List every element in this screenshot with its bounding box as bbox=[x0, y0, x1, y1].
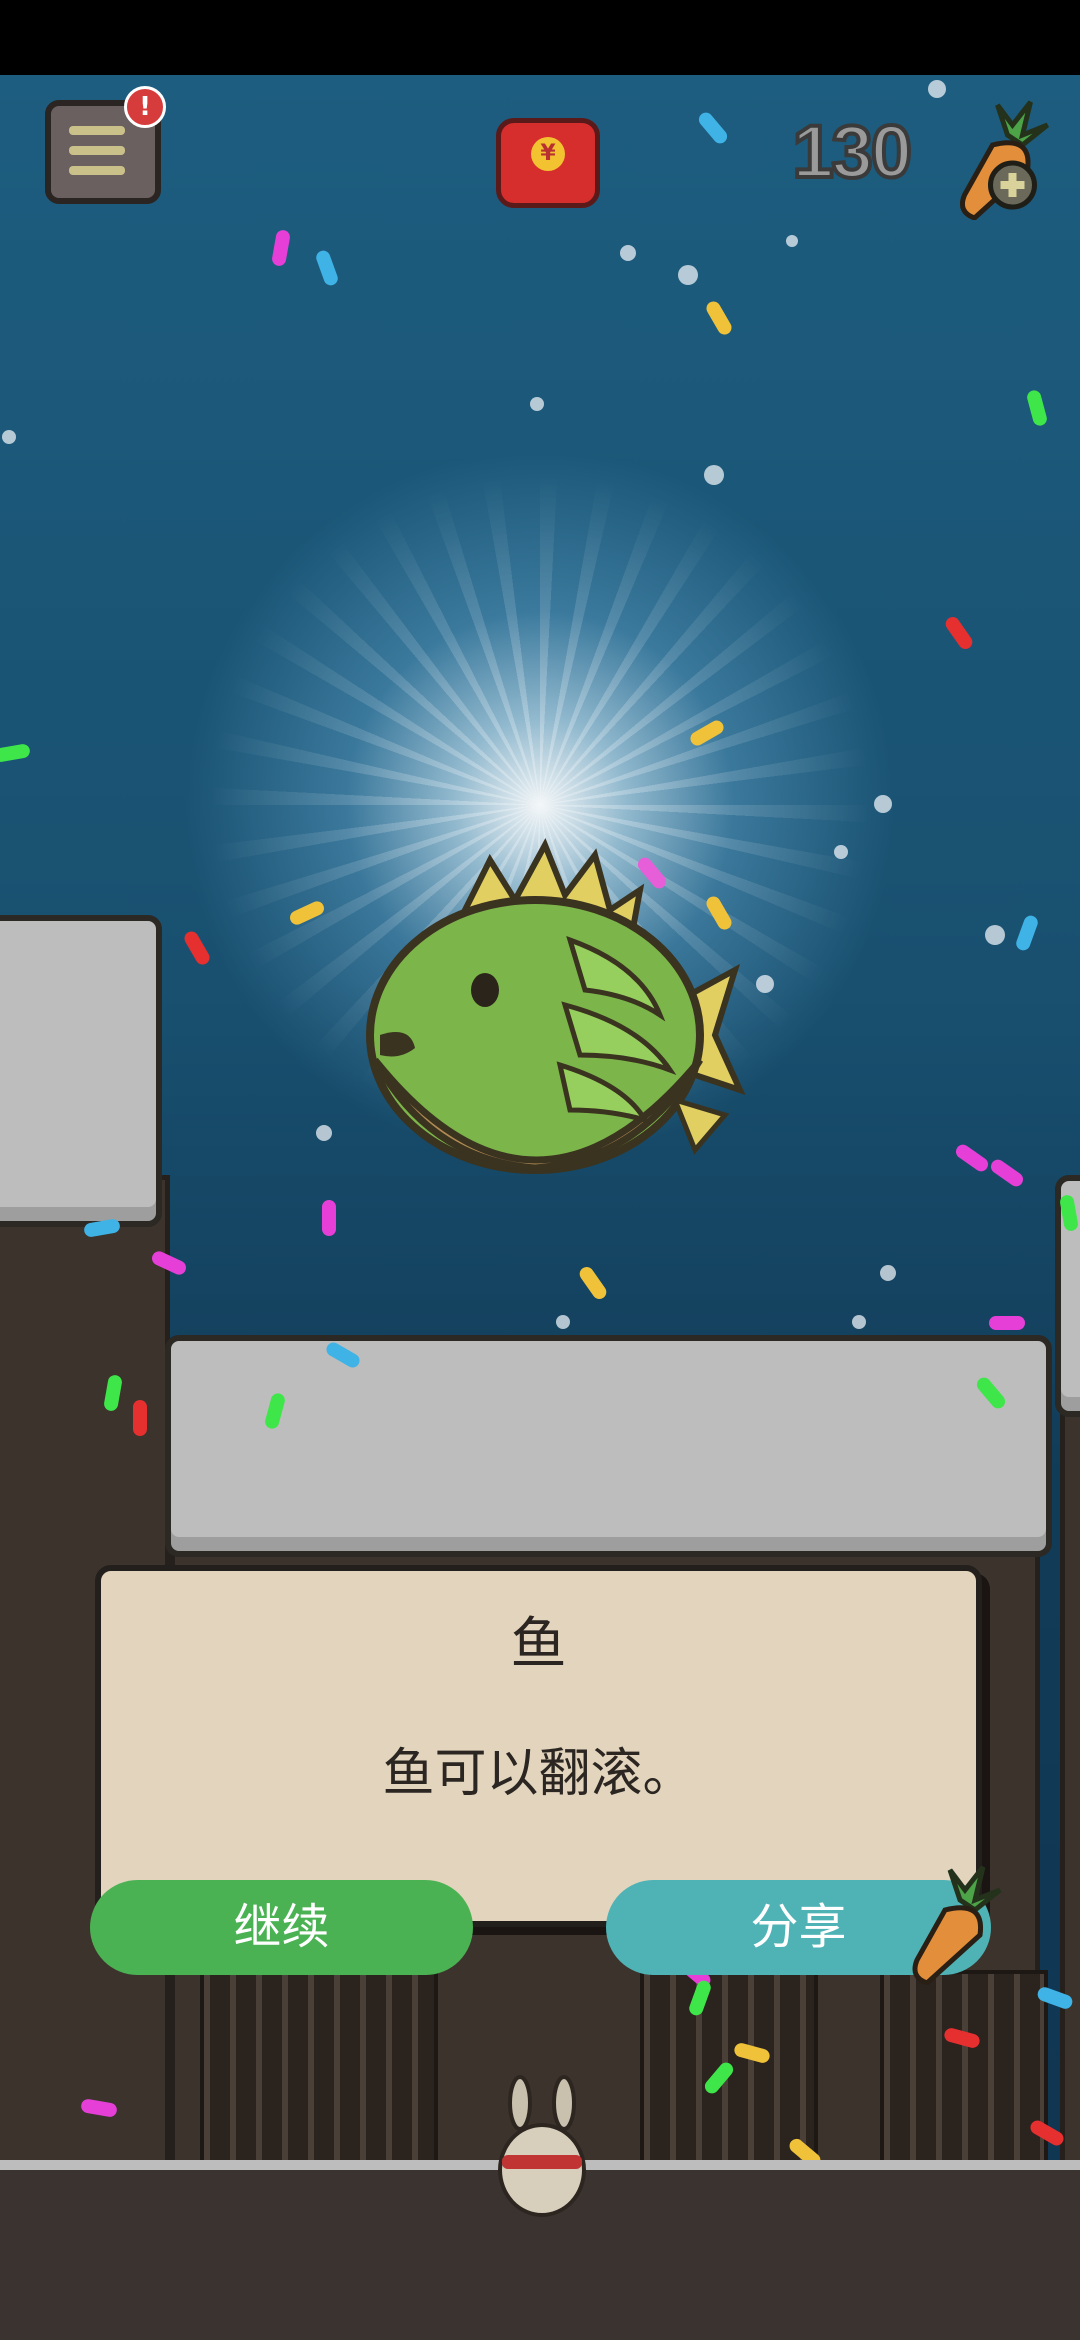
snowflake bbox=[928, 80, 946, 98]
confetti-piece bbox=[0, 742, 31, 764]
snowflake bbox=[620, 245, 636, 261]
item-description: 鱼可以翻滚。 bbox=[382, 1744, 695, 1804]
red-envelope-button[interactable]: ¥ bbox=[496, 118, 600, 208]
menu-line bbox=[69, 146, 125, 155]
confetti-piece bbox=[989, 1316, 1025, 1330]
red-envelope-icon: ¥ bbox=[531, 137, 565, 171]
snowflake bbox=[530, 397, 544, 411]
left-roof bbox=[0, 915, 162, 1227]
continue-button[interactable]: 继续 bbox=[90, 1880, 473, 1975]
confetti-piece bbox=[942, 614, 976, 652]
confetti-piece bbox=[270, 229, 292, 267]
snowflake bbox=[852, 1315, 866, 1329]
snowflake bbox=[678, 265, 698, 285]
confetti-piece bbox=[322, 1200, 336, 1236]
notification-badge: ! bbox=[124, 86, 166, 128]
confetti-piece bbox=[576, 1264, 610, 1302]
snowflake bbox=[874, 795, 892, 813]
confetti-piece bbox=[953, 1141, 991, 1175]
snowflake bbox=[985, 925, 1005, 945]
confetti-piece bbox=[314, 248, 340, 288]
center-roof bbox=[165, 1335, 1052, 1557]
confetti-piece bbox=[988, 1156, 1026, 1190]
snowflake bbox=[756, 975, 774, 993]
snowflake bbox=[880, 1265, 896, 1281]
status-bar bbox=[0, 0, 1080, 75]
confetti-piece bbox=[1025, 388, 1049, 428]
item-dialog: 鱼 鱼可以翻滚。 bbox=[95, 1565, 982, 1927]
snowflake bbox=[556, 1315, 570, 1329]
carrot-add-icon[interactable] bbox=[950, 100, 1055, 220]
snowflake bbox=[786, 235, 798, 247]
snowflake bbox=[2, 430, 16, 444]
carrot-reward-icon bbox=[912, 1865, 1002, 1985]
right-building bbox=[1060, 1375, 1080, 2235]
confetti-piece bbox=[133, 1400, 147, 1436]
confetti-piece bbox=[696, 109, 730, 147]
menu-line bbox=[69, 166, 125, 175]
carrot-count: 130 bbox=[791, 110, 914, 194]
confetti-piece bbox=[703, 298, 735, 338]
item-title: 鱼 bbox=[510, 1612, 567, 1677]
snowflake bbox=[834, 845, 848, 859]
snowflake bbox=[316, 1125, 332, 1141]
confetti-piece bbox=[1014, 913, 1040, 953]
bunny-npc bbox=[498, 2075, 586, 2217]
fish-illustration bbox=[366, 837, 746, 1174]
menu-line bbox=[69, 126, 125, 135]
snowflake bbox=[704, 465, 724, 485]
